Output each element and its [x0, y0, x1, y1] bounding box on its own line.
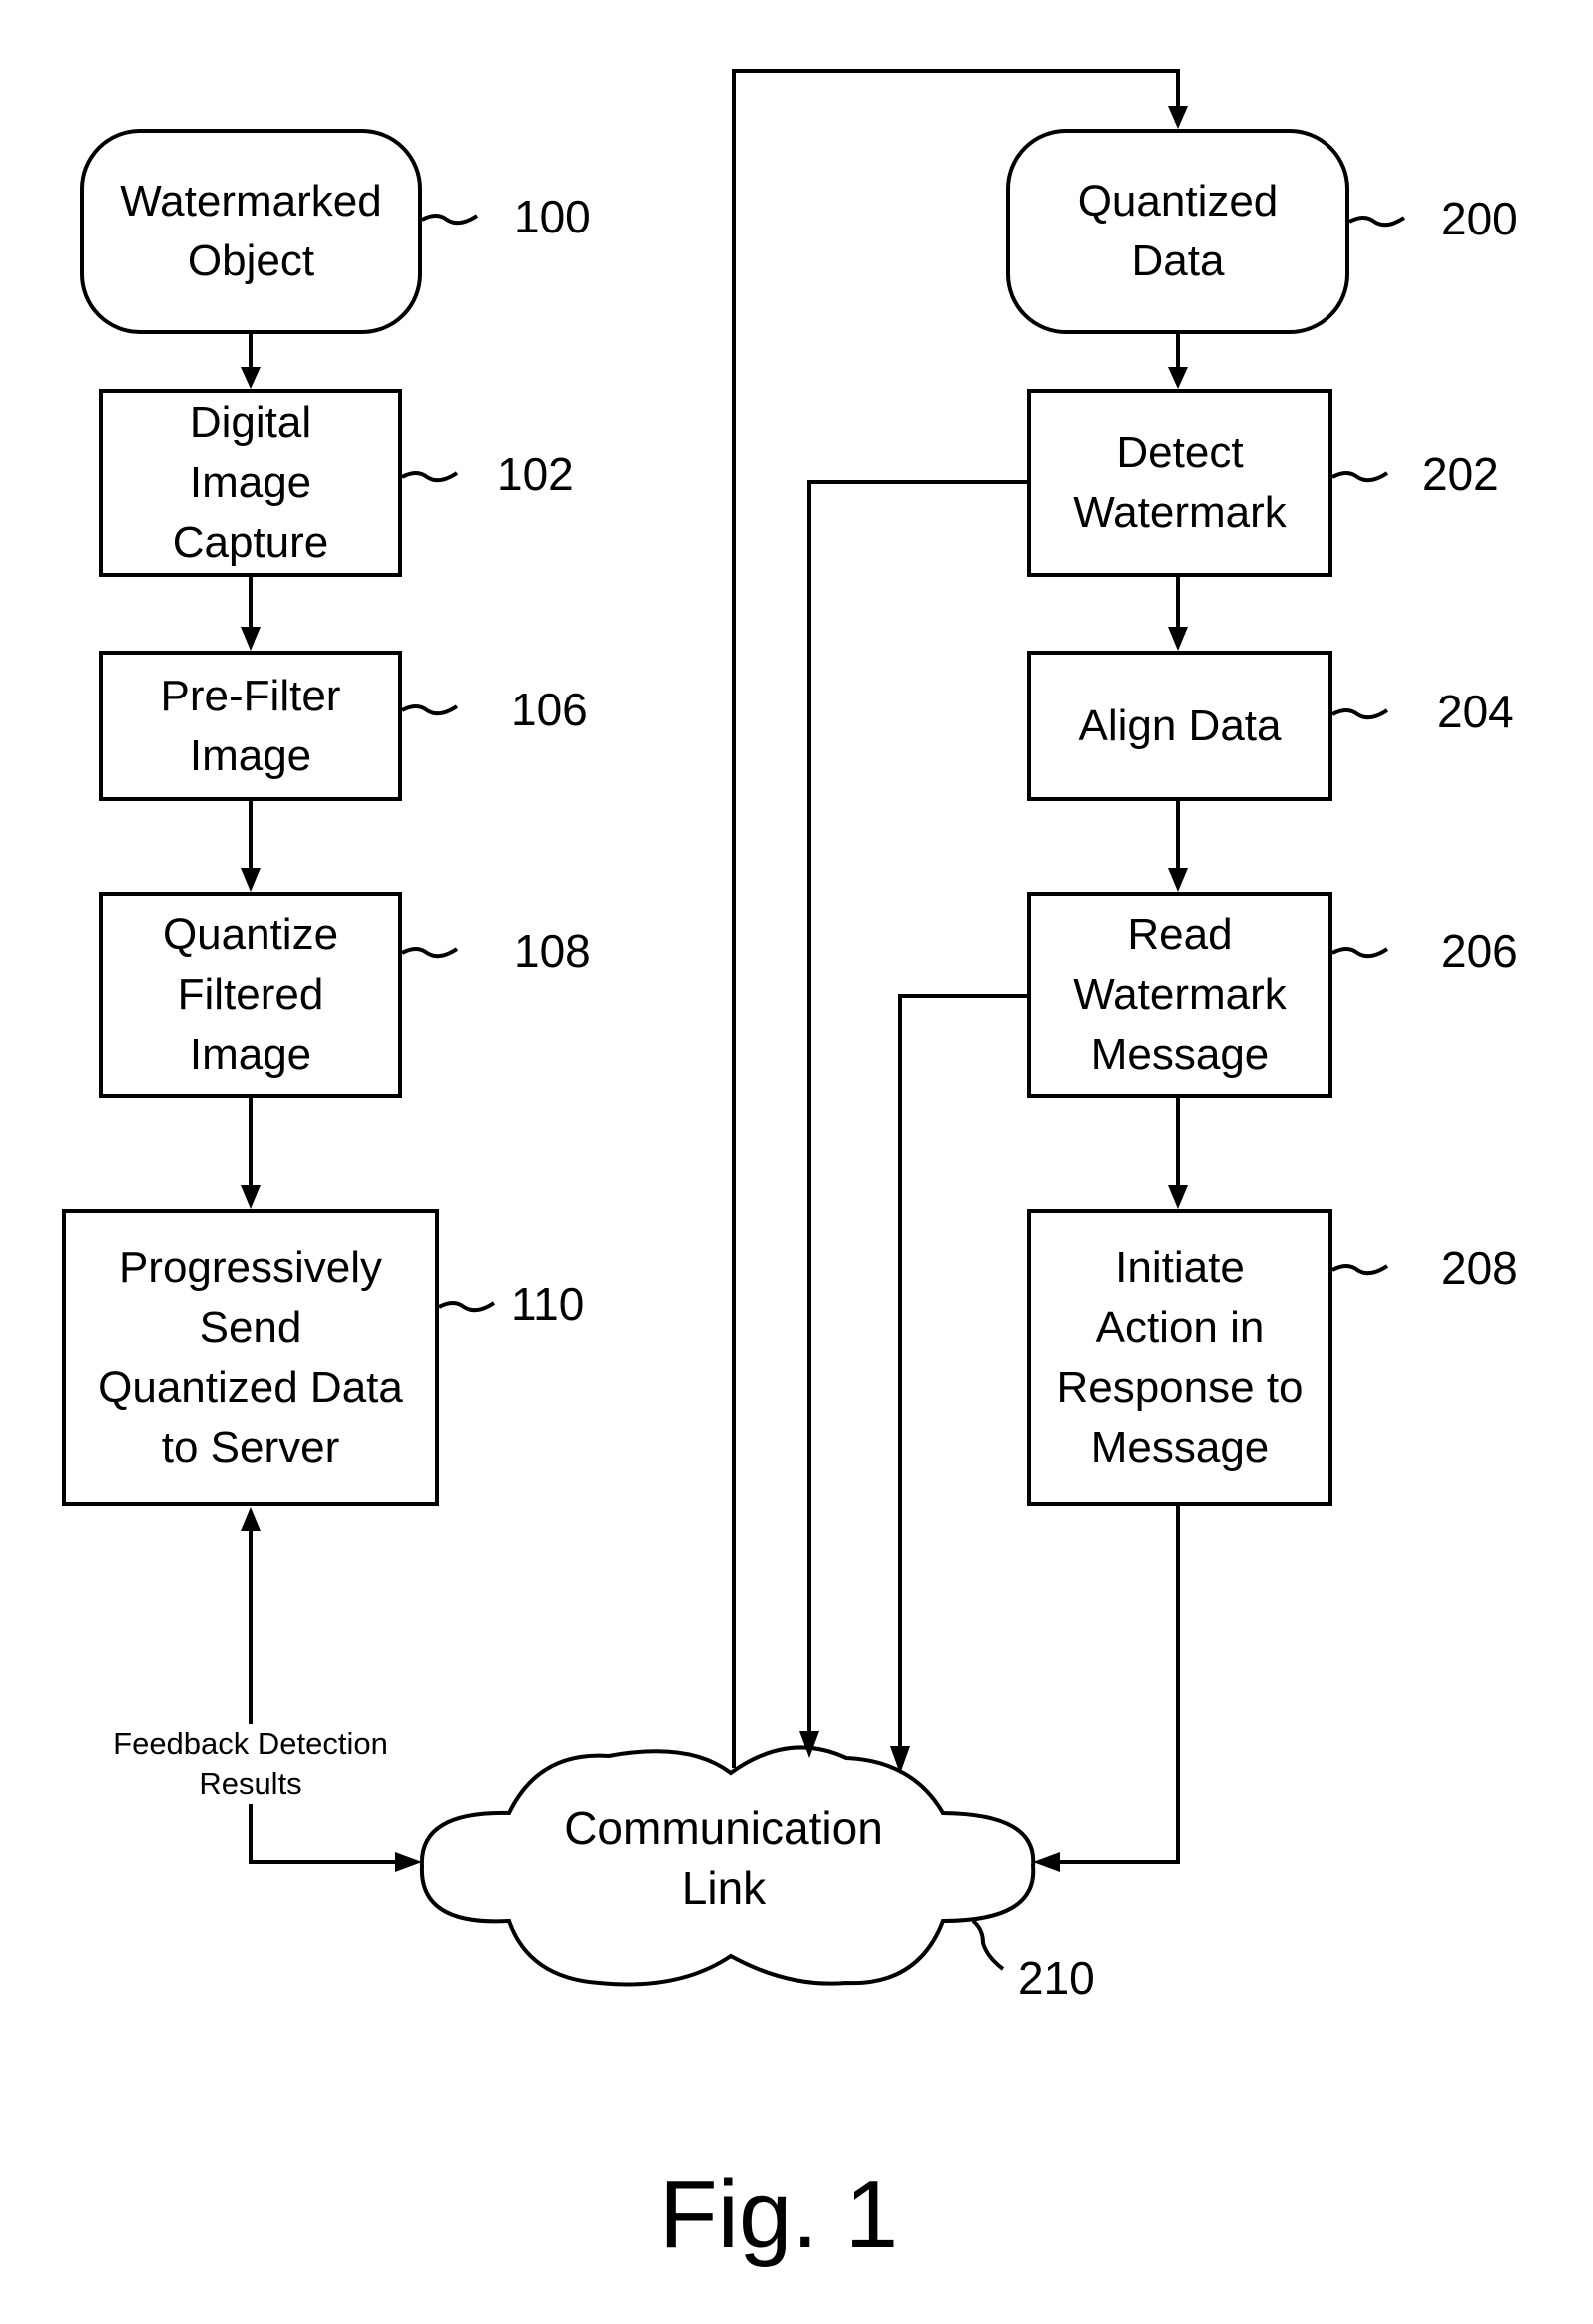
figure-label: Fig. 1: [659, 2161, 899, 2268]
arrowhead: [1168, 106, 1188, 129]
node-quantize-filtered-image: Quantize Filtered Image: [99, 892, 402, 1098]
arrowhead: [1168, 868, 1188, 892]
arrowhead: [241, 868, 261, 892]
arrowhead: [241, 1507, 261, 1531]
arrowhead: [1168, 367, 1188, 389]
feedback-line: [249, 1527, 399, 1864]
node-initiate-action: Initiate Action in Response to Message: [1027, 1209, 1332, 1506]
ref-110: 110: [511, 1278, 585, 1330]
arrowhead: [241, 1185, 261, 1209]
node-detect-watermark: Detect Watermark: [1027, 389, 1332, 577]
action-to-cloud: [1060, 1506, 1180, 1864]
ref-200: 200: [1441, 193, 1518, 244]
ref-108: 108: [514, 925, 591, 977]
node-digital-image-capture: Digital Image Capture: [99, 389, 402, 577]
ref-102: 102: [497, 448, 574, 500]
arrowhead: [241, 627, 261, 651]
arrowhead: [395, 1852, 422, 1872]
detect-to-cloud: [807, 480, 1027, 1736]
cloud-label: Communication Link: [564, 1802, 883, 1914]
arrowhead: [241, 367, 261, 389]
read-to-cloud: [898, 994, 1027, 1751]
arrowhead: [1168, 1185, 1188, 1209]
arrowhead: [799, 1731, 819, 1758]
node-quantized-data: Quantized Data: [1006, 129, 1349, 334]
feedback-label: Feedback Detection Results: [95, 1724, 406, 1804]
arrowhead: [1168, 627, 1188, 651]
node-align-data: Align Data: [1027, 651, 1332, 801]
ref-206: 206: [1441, 925, 1518, 977]
ref-100: 100: [514, 191, 591, 242]
ref-202: 202: [1422, 448, 1499, 500]
ref-204: 204: [1437, 686, 1514, 737]
connector-layer: [241, 69, 1406, 1987]
node-read-watermark-message: Read Watermark Message: [1027, 892, 1332, 1098]
node-pre-filter-image: Pre-Filter Image: [99, 651, 402, 801]
arrowhead: [1033, 1852, 1060, 1872]
node-progressively-send: Progressively Send Quantized Data to Ser…: [62, 1209, 439, 1506]
node-watermarked-object: Watermarked Object: [80, 129, 422, 334]
ref-208: 208: [1441, 1242, 1518, 1294]
ref-210: 210: [1018, 1952, 1095, 2004]
ref-106: 106: [511, 684, 588, 735]
